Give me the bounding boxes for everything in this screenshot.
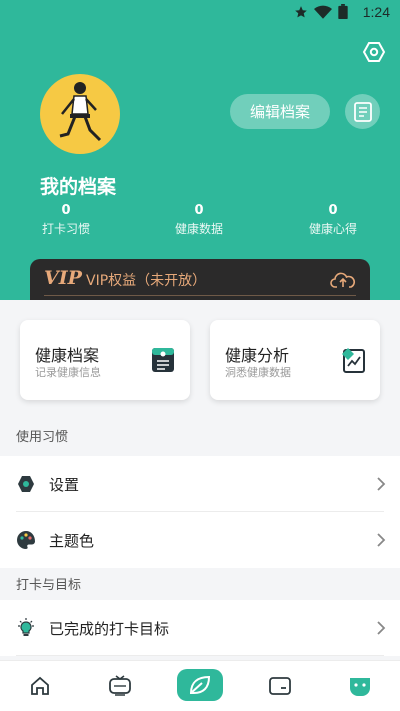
document-icon	[353, 101, 372, 122]
vip-text: VIP权益（未开放）	[86, 273, 207, 289]
leaf-icon	[189, 675, 211, 694]
chevron-right-icon	[377, 533, 386, 547]
star-icon	[295, 5, 307, 17]
tab-health[interactable]	[177, 669, 223, 701]
row-label: 设置	[49, 476, 80, 494]
profile-header: 1:24 编辑档案 我的档案 0 打卡习惯 0 健康数据 0 健康心得 VIP …	[0, 0, 400, 319]
stat-value: 0	[61, 203, 71, 218]
settings-icon	[18, 476, 34, 492]
stat-value: 0	[328, 203, 338, 218]
main-content: 健康档案 记录健康信息 健康分析 洞悉健康数据 使用习惯 设置 主题色 打卡与目…	[0, 300, 400, 660]
wallet-icon	[269, 677, 291, 695]
chevron-right-icon	[377, 477, 386, 491]
card-title: 健康档案	[35, 346, 100, 365]
stat-label: 健康数据	[174, 222, 223, 236]
palette-icon	[17, 531, 35, 549]
cloud-upload-icon	[330, 272, 356, 288]
divider	[16, 655, 384, 656]
status-bar: 1:24	[0, 0, 400, 24]
battery-icon	[338, 4, 348, 19]
card-subtitle: 洞悉健康数据	[225, 366, 291, 379]
avatar-figure-icon	[59, 82, 102, 142]
vip-badge: VIP	[44, 267, 82, 289]
lightbulb-icon	[18, 618, 34, 636]
status-time: 1:24	[362, 4, 390, 20]
stat-label: 健康心得	[308, 222, 357, 236]
health-record-card[interactable]: 健康档案 记录健康信息	[20, 320, 190, 400]
stat-health-data[interactable]: 0 健康数据	[149, 203, 249, 239]
page-title: 我的档案	[40, 176, 117, 198]
completed-goals-row[interactable]: 已完成的打卡目标	[0, 600, 400, 656]
stat-value: 0	[194, 203, 204, 218]
settings-gear-icon[interactable]	[362, 40, 386, 64]
card-title: 健康分析	[225, 346, 290, 365]
section-header-checkin-goals: 打卡与目标	[0, 568, 400, 604]
section-header-habits: 使用习惯	[0, 420, 400, 456]
wifi-icon	[314, 5, 332, 19]
tv-icon	[109, 675, 131, 696]
settings-row[interactable]: 设置	[0, 456, 400, 512]
avatar[interactable]	[40, 74, 120, 154]
stat-checkin-habits[interactable]: 0 打卡习惯	[16, 203, 116, 239]
chevron-right-icon	[377, 621, 386, 635]
tab-media[interactable]	[105, 671, 135, 701]
stat-health-notes[interactable]: 0 健康心得	[283, 203, 383, 239]
tab-wallet[interactable]	[265, 671, 295, 701]
home-icon	[31, 676, 49, 695]
bottom-tab-bar	[0, 660, 400, 711]
stats-row: 0 打卡习惯 0 健康数据 0 健康心得	[0, 203, 400, 243]
card-subtitle: 记录健康信息	[35, 366, 101, 379]
health-analysis-card[interactable]: 健康分析 洞悉健康数据	[210, 320, 380, 400]
stat-label: 打卡习惯	[41, 222, 90, 236]
document-button[interactable]	[345, 94, 380, 129]
edit-profile-button[interactable]: 编辑档案	[230, 94, 330, 129]
profile-face-icon	[350, 678, 370, 696]
health-analysis-icon	[342, 348, 365, 373]
tab-profile[interactable]	[345, 671, 375, 701]
theme-color-row[interactable]: 主题色	[0, 512, 400, 568]
row-label: 主题色	[49, 532, 95, 550]
health-record-icon	[152, 348, 174, 372]
divider	[44, 295, 356, 296]
tab-home[interactable]	[25, 671, 55, 701]
row-label: 已完成的打卡目标	[49, 620, 170, 638]
